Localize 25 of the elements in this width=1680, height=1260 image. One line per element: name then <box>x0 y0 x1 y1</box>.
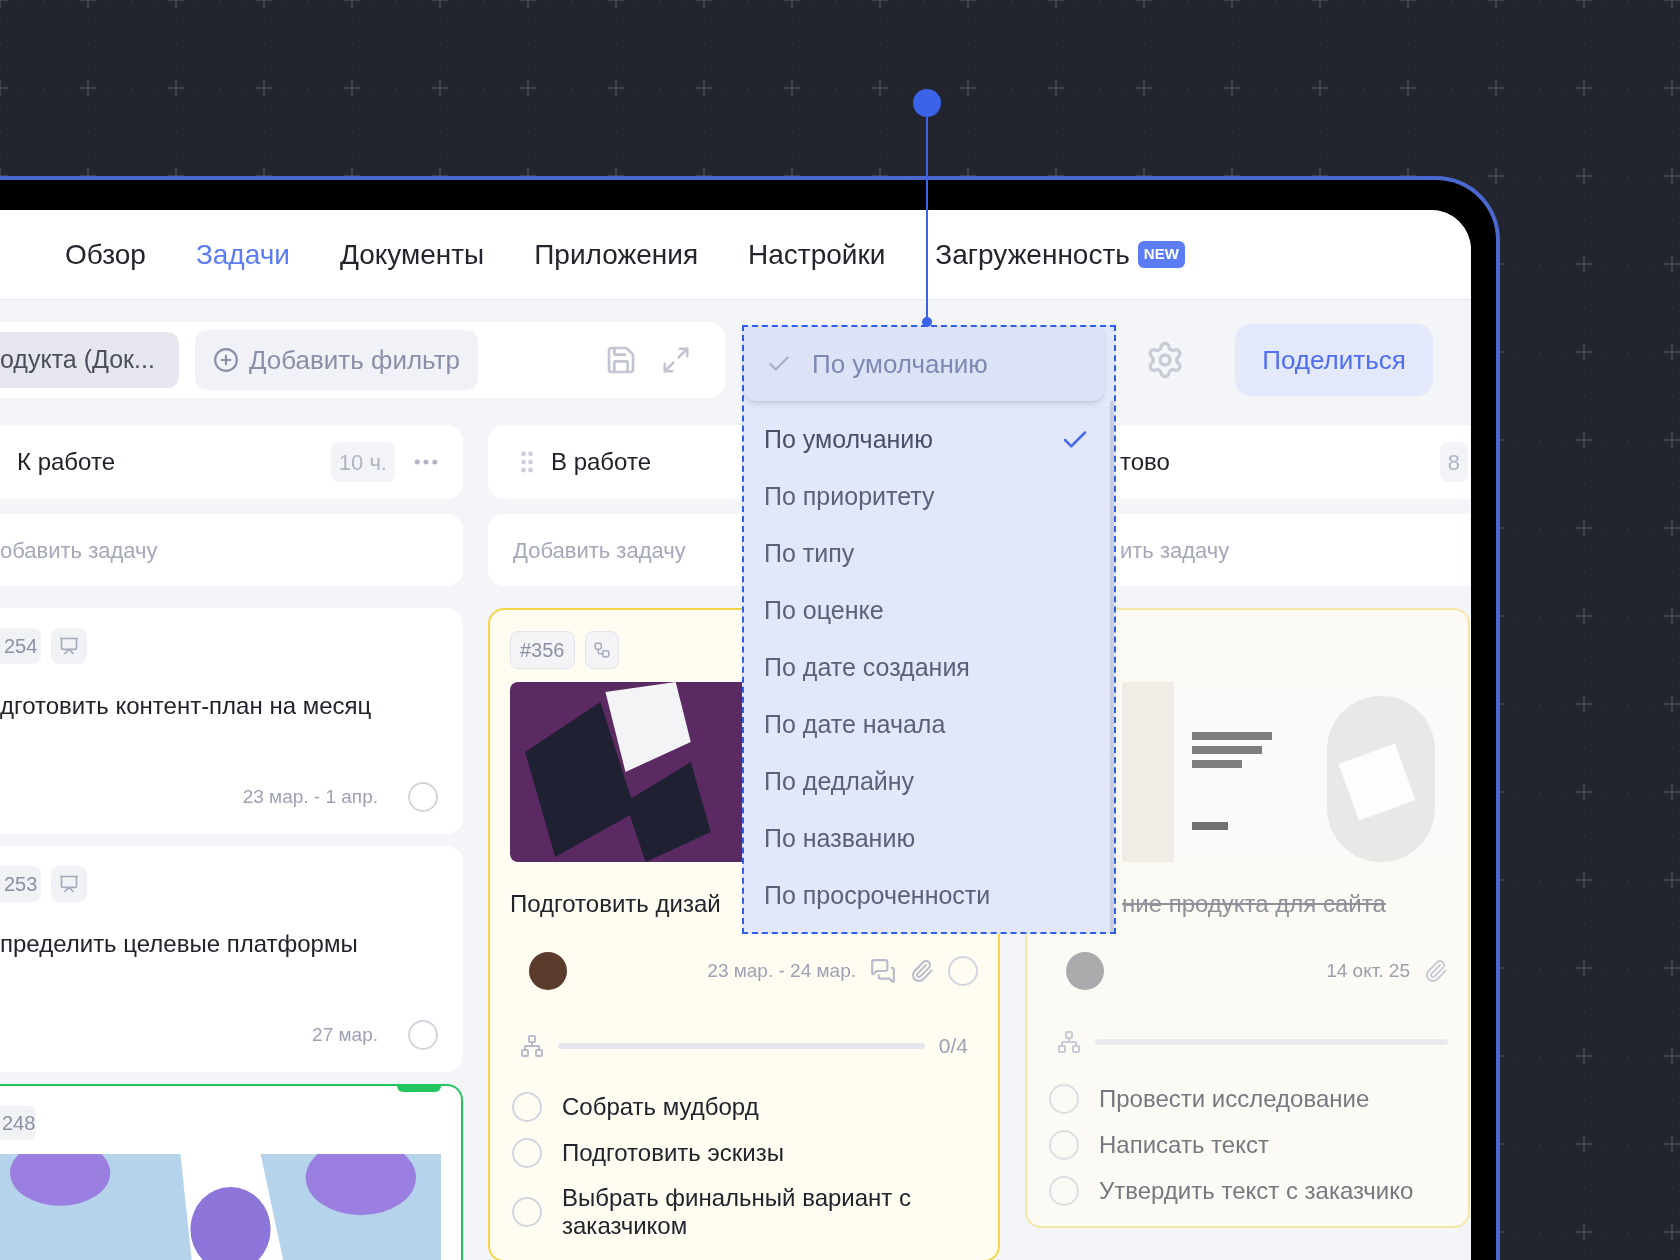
task-date: 14 окт. 25 <box>1326 958 1410 983</box>
hours-chip: 10 ч. <box>330 442 395 482</box>
task-date: 27 мар. <box>312 1022 378 1047</box>
new-badge: NEW <box>1137 241 1185 268</box>
hours-chip: 8 <box>1439 442 1468 482</box>
checklist-item: Провести исследование <box>1099 1085 1370 1113</box>
progress-count: 0/4 <box>938 1033 969 1059</box>
task-title: пределить целевые платформы <box>0 929 358 959</box>
task-id: 253 <box>0 866 42 902</box>
checklist-item: Выбрать финальный вариант с заказчиком <box>562 1183 913 1240</box>
task-date: 23 мар. - 1 апр. <box>242 784 378 809</box>
column-title: К работе <box>17 447 115 477</box>
task-id: #356 <box>510 631 575 669</box>
checklist-item: Утвердить текст с заказчико <box>1099 1177 1414 1205</box>
column-title: тово <box>1120 447 1170 477</box>
task-id: 248 <box>0 1106 36 1140</box>
task-title: ние продукта для сайта <box>1122 889 1386 919</box>
task-title: дготовить контент-план на месяц <box>0 691 372 721</box>
checklist-item: Написать текст <box>1099 1131 1269 1159</box>
task-date: 23 мар. - 24 мар. <box>707 958 856 983</box>
task-title: Подготовить дизай <box>510 889 721 919</box>
checklist-item: Подготовить эскизы <box>562 1138 785 1167</box>
column-title: В работе <box>551 447 651 477</box>
task-id: 254 <box>0 628 42 664</box>
checklist-item: Собрать мудборд <box>562 1092 760 1121</box>
